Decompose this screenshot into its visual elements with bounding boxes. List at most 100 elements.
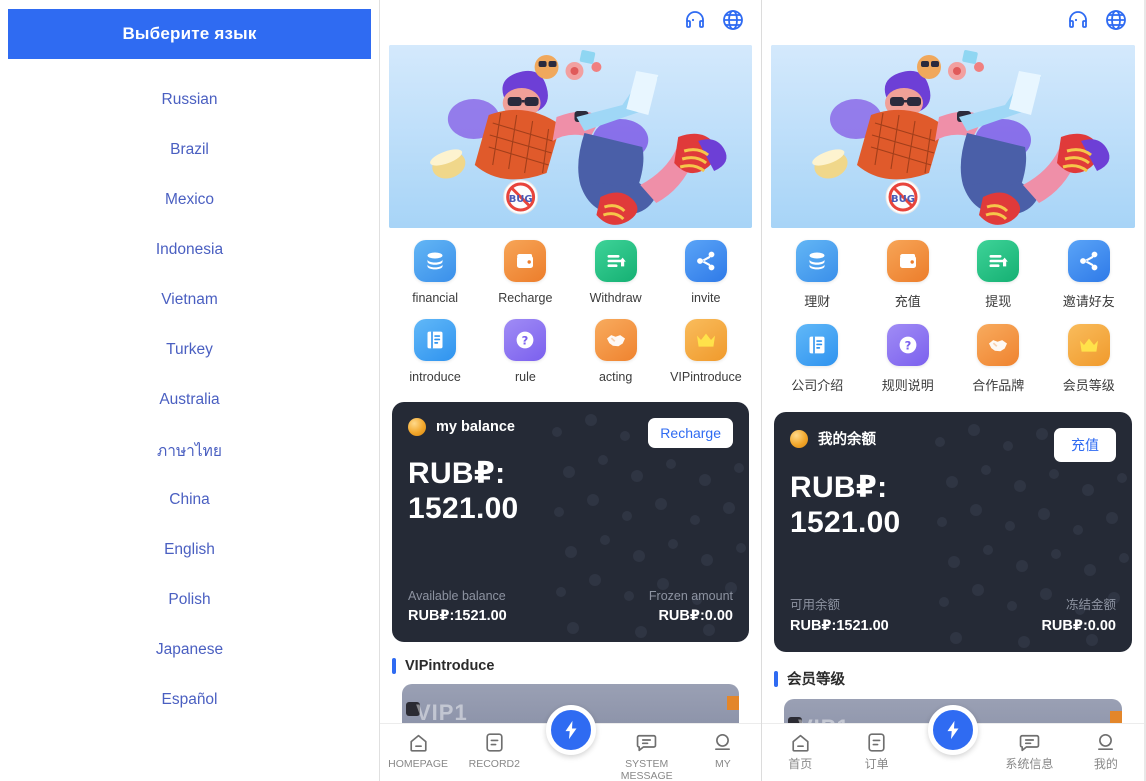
headset-icon[interactable] <box>1066 8 1090 32</box>
language-select-panel: Выберите язык Russian Brazil Mexico Indo… <box>0 0 380 781</box>
headset-icon[interactable] <box>683 8 707 32</box>
menu-item-invite[interactable]: 邀请好友 <box>1044 240 1135 310</box>
tab-label: 我的 <box>1093 757 1118 771</box>
menu-item-rule[interactable]: ? 规则说明 <box>863 324 954 394</box>
balance-card-en: my balance Recharge RUB₽: 1521.00 Availa… <box>392 402 749 642</box>
menu-label: acting <box>598 370 633 384</box>
menu-item-vipintroduce[interactable]: VIPintroduce <box>661 319 751 384</box>
language-item-russian[interactable]: Russian <box>0 75 379 125</box>
coin-icon <box>408 418 426 436</box>
menu-item-recharge[interactable]: 充值 <box>863 240 954 310</box>
available-balance-value: RUB₽:1521.00 <box>790 618 889 634</box>
recharge-button[interactable]: 充值 <box>1054 428 1116 462</box>
vip-card-corner <box>727 696 739 710</box>
fab-action-button-zh[interactable] <box>928 705 978 755</box>
language-item-espanol[interactable]: Español <box>0 675 379 725</box>
menu-item-acting[interactable]: acting <box>571 319 661 384</box>
menu-item-vipintroduce[interactable]: 会员等级 <box>1044 324 1135 394</box>
section-accent-bar <box>392 658 396 674</box>
menu-label: Recharge <box>498 291 553 305</box>
menu-label: financial <box>412 291 459 305</box>
menu-item-financial[interactable]: financial <box>390 240 480 305</box>
tab-my[interactable]: MY <box>685 730 761 770</box>
language-panel-title: Выберите язык <box>8 9 371 59</box>
tab-system-message[interactable]: 系统信息 <box>991 730 1067 772</box>
balance-amount: RUB₽: 1521.00 <box>790 471 901 540</box>
tab-system-message[interactable]: SYSTEM MESSAGE <box>609 730 685 781</box>
tab-homepage[interactable]: HOMEPAGE <box>380 730 456 770</box>
lightning-icon <box>947 720 959 740</box>
globe-icon[interactable] <box>1104 8 1128 32</box>
coin-icon <box>790 429 808 448</box>
language-item-japanese[interactable]: Japanese <box>0 625 379 675</box>
section-header-vip-en: VIPintroduce <box>392 658 749 674</box>
svg-text:?: ? <box>522 333 529 347</box>
tab-label: SYSTEM MESSAGE <box>620 758 673 781</box>
app-panel-english: BUG financial Recharge Withdraw invite i… <box>380 0 762 781</box>
database-icon <box>809 252 825 270</box>
menu-item-introduce[interactable]: introduce <box>390 319 480 384</box>
message-icon <box>636 734 657 752</box>
menu-label: 公司介绍 <box>791 378 844 393</box>
language-item-brazil[interactable]: Brazil <box>0 125 379 175</box>
language-item-english[interactable]: English <box>0 525 379 575</box>
tab-my[interactable]: 我的 <box>1068 730 1144 772</box>
tab-record2[interactable]: RECORD2 <box>456 730 532 770</box>
balance-amount: RUB₽: 1521.00 <box>408 457 519 526</box>
language-item-mexico[interactable]: Mexico <box>0 175 379 225</box>
quick-menu-grid-en: financial Recharge Withdraw invite intro… <box>380 240 761 384</box>
menu-label: 会员等级 <box>1062 378 1115 393</box>
fab-action-button-en[interactable] <box>545 705 596 755</box>
book-icon <box>427 331 443 349</box>
handshake-icon <box>989 340 1008 352</box>
section-title: VIPintroduce <box>405 658 495 674</box>
menu-item-rule[interactable]: ? rule <box>480 319 570 384</box>
available-balance-label: Available balance <box>408 589 506 603</box>
menu-item-withdraw[interactable]: Withdraw <box>571 240 661 305</box>
share-icon <box>1079 251 1098 271</box>
hero-banner-zh[interactable]: BUG <box>771 45 1135 228</box>
language-item-vietnam[interactable]: Vietnam <box>0 275 379 325</box>
menu-item-financial[interactable]: 理财 <box>772 240 863 310</box>
menu-label: 合作品牌 <box>972 378 1025 393</box>
language-item-china[interactable]: China <box>0 475 379 525</box>
language-item-polish[interactable]: Polish <box>0 575 379 625</box>
recharge-button[interactable]: Recharge <box>648 418 733 448</box>
language-item-turkey[interactable]: Turkey <box>0 325 379 375</box>
available-balance-value: RUB₽:1521.00 <box>408 608 507 624</box>
menu-item-acting[interactable]: 合作品牌 <box>953 324 1044 394</box>
crown-icon <box>696 333 715 347</box>
wallet-icon <box>517 254 534 268</box>
frozen-amount-label: 冻结金额 <box>1065 598 1116 612</box>
menu-label: invite <box>691 291 721 305</box>
menu-item-withdraw[interactable]: 提现 <box>953 240 1044 310</box>
tab-label: RECORD2 <box>468 758 520 770</box>
language-item-thai[interactable]: ภาษาไทย <box>0 425 379 475</box>
tab-homepage[interactable]: 首页 <box>762 730 838 772</box>
svg-text:BUG: BUG <box>891 194 915 205</box>
svg-text:?: ? <box>904 338 911 352</box>
tab-record2[interactable]: 订单 <box>838 730 914 772</box>
globe-icon[interactable] <box>721 8 745 32</box>
menu-label: 充值 <box>894 294 921 309</box>
language-item-australia[interactable]: Australia <box>0 375 379 425</box>
menu-item-invite[interactable]: invite <box>661 240 751 305</box>
home-icon <box>792 734 809 752</box>
wallet-icon <box>899 254 916 268</box>
menu-item-introduce[interactable]: 公司介绍 <box>772 324 863 394</box>
menu-item-recharge[interactable]: Recharge <box>480 240 570 305</box>
person-icon <box>715 733 731 750</box>
hero-banner-en[interactable]: BUG <box>389 45 752 228</box>
menu-label: 规则说明 <box>881 378 934 393</box>
balance-title: my balance <box>436 419 515 435</box>
home-icon <box>409 734 427 752</box>
withdraw-icon <box>607 255 626 267</box>
record-icon <box>868 733 885 752</box>
app-header-zh <box>762 0 1144 40</box>
share-icon <box>696 251 715 271</box>
database-icon <box>427 252 443 270</box>
svg-text:BUG: BUG <box>509 194 533 205</box>
app-panel-chinese: BUG 理财 充值 提现 邀请好友 公司介绍 ? 规则说明 合作品牌 会员等级 … <box>762 0 1144 781</box>
frozen-amount-value: RUB₽:0.00 <box>658 608 733 624</box>
language-item-indonesia[interactable]: Indonesia <box>0 225 379 275</box>
